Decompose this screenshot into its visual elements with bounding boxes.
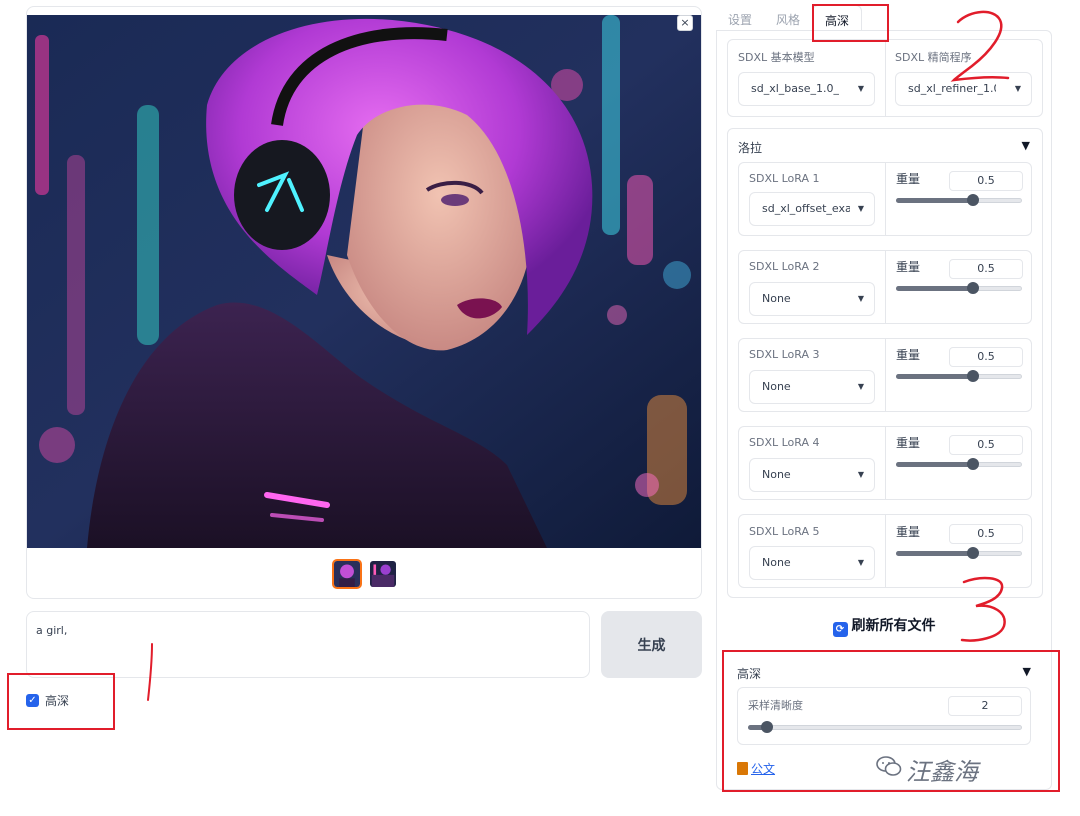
weight-input[interactable]: 0.5 [949, 171, 1023, 191]
slider-handle[interactable] [966, 370, 979, 382]
refresh-icon: ⟳ [832, 622, 848, 637]
lora-accordion: 洛拉 ▼ SDXL LoRA 1 sd_xl_offset_example-lo… [727, 128, 1043, 598]
generated-image[interactable] [27, 15, 701, 548]
weight-input[interactable]: 0.5 [949, 347, 1023, 367]
lora-accordion-title: 洛拉 [738, 141, 763, 155]
lora-label: SDXL LoRA 4 [749, 436, 820, 449]
slider-handle[interactable] [966, 547, 979, 559]
weight-slider[interactable] [896, 369, 1022, 383]
refresh-files-button[interactable]: ⟳ 刷新所有文件 [717, 615, 1051, 637]
lora-label: SDXL LoRA 2 [749, 260, 820, 273]
slider-handle[interactable] [966, 458, 979, 470]
chevron-down-icon: ▼ [857, 382, 864, 391]
refiner-dropdown[interactable]: sd_xl_refiner_1.0_0.9 ▼ [895, 72, 1032, 106]
lora-dropdown-value: None [762, 292, 791, 305]
refiner-label: SDXL 精简程序 [895, 51, 972, 64]
advanced-accordion-title: 高深 [737, 667, 762, 681]
weight-label: 重量 [896, 172, 921, 186]
divider [885, 427, 886, 499]
lora-row-2: SDXL LoRA 2 None ▼ 重量 0.5 [738, 250, 1032, 324]
watermark-text: 汪鑫海 [906, 758, 978, 786]
book-icon [737, 762, 748, 775]
weight-label: 重量 [896, 348, 921, 362]
advanced-checkbox-label: 高深 [45, 694, 70, 708]
advanced-panel: SDXL 基本模型 sd_xl_base_1.0_0.9 ▼ SDXL 精简程序… [716, 30, 1052, 790]
lora-row-3: SDXL LoRA 3 None ▼ 重量 0.5 [738, 338, 1032, 412]
lora-dropdown[interactable]: sd_xl_offset_example-lora_1.0 ▼ [749, 192, 875, 226]
lora-dropdown[interactable]: None ▼ [749, 370, 875, 404]
weight-label: 重量 [896, 436, 921, 450]
lora-row-5: SDXL LoRA 5 None ▼ 重量 0.5 [738, 514, 1032, 588]
lora-row-4: SDXL LoRA 4 None ▼ 重量 0.5 [738, 426, 1032, 500]
weight-slider[interactable] [896, 193, 1022, 207]
base-model-dropdown[interactable]: sd_xl_base_1.0_0.9 ▼ [738, 72, 875, 106]
lora-dropdown-value: None [762, 468, 791, 481]
sharpness-slider[interactable] [748, 720, 1022, 734]
weight-slider[interactable] [896, 546, 1022, 560]
weight-label: 重量 [896, 525, 921, 539]
weight-input[interactable]: 0.5 [949, 435, 1023, 455]
lora-dropdown[interactable]: None ▼ [749, 282, 875, 316]
chevron-down-icon: ▼ [1014, 84, 1021, 93]
base-model-value: sd_xl_base_1.0_0.9 [751, 82, 839, 95]
chevron-down-icon: ▼ [857, 558, 864, 567]
lora-row-1: SDXL LoRA 1 sd_xl_offset_example-lora_1.… [738, 162, 1032, 236]
sharpness-label: 采样清晰度 [748, 699, 803, 712]
settings-tabs: 设置 风格 高深 [716, 5, 863, 31]
checkbox-checked-icon[interactable]: ✓ [26, 694, 39, 707]
slider-handle[interactable] [966, 194, 979, 206]
wechat-icon [876, 756, 902, 776]
lora-label: SDXL LoRA 3 [749, 348, 820, 361]
divider [885, 40, 886, 116]
thumbnail-1[interactable] [332, 559, 362, 589]
lora-dropdown[interactable]: None ▼ [749, 546, 875, 580]
weight-slider[interactable] [896, 457, 1022, 471]
model-selectors: SDXL 基本模型 sd_xl_base_1.0_0.9 ▼ SDXL 精简程序… [727, 39, 1043, 117]
sharpness-input[interactable]: 2 [948, 696, 1022, 716]
divider [885, 515, 886, 587]
lora-dropdown-value: None [762, 380, 791, 393]
prompt-input[interactable] [26, 611, 590, 678]
weight-slider[interactable] [896, 281, 1022, 295]
collapse-arrow-icon[interactable]: ▼ [1023, 665, 1031, 678]
documentation-link-label: 公文 [751, 762, 776, 776]
lora-dropdown-value: None [762, 556, 791, 569]
tab-settings[interactable]: 设置 [716, 5, 764, 31]
chevron-down-icon: ▼ [857, 204, 864, 213]
base-model-label: SDXL 基本模型 [738, 51, 815, 64]
divider [885, 163, 886, 235]
slider-handle[interactable] [966, 282, 979, 294]
tab-advanced[interactable]: 高深 [812, 5, 863, 31]
divider [885, 251, 886, 323]
collapse-arrow-icon[interactable]: ▼ [1022, 139, 1030, 152]
divider [885, 339, 886, 411]
thumbnail-strip [27, 559, 701, 589]
sharpness-control: 采样清晰度 2 [737, 687, 1031, 745]
weight-input[interactable]: 0.5 [949, 259, 1023, 279]
chevron-down-icon: ▼ [857, 294, 864, 303]
advanced-checkbox[interactable]: ✓ 高深 [26, 692, 69, 709]
weight-input[interactable]: 0.5 [949, 524, 1023, 544]
documentation-link[interactable]: 公文 [737, 760, 775, 777]
tab-style[interactable]: 风格 [764, 5, 812, 31]
weight-label: 重量 [896, 260, 921, 274]
thumbnail-2[interactable] [368, 559, 398, 589]
lora-dropdown[interactable]: None ▼ [749, 458, 875, 492]
close-icon[interactable]: × [677, 15, 693, 31]
lora-dropdown-value: sd_xl_offset_example-lora_1.0 [762, 202, 850, 215]
lora-label: SDXL LoRA 5 [749, 525, 820, 538]
generate-button[interactable]: 生成 [601, 611, 702, 678]
lora-label: SDXL LoRA 1 [749, 172, 820, 185]
refresh-label: 刷新所有文件 [851, 618, 936, 634]
chevron-down-icon: ▼ [857, 84, 864, 93]
image-gallery: × [26, 6, 702, 599]
refiner-value: sd_xl_refiner_1.0_0.9 [908, 82, 996, 95]
chevron-down-icon: ▼ [857, 470, 864, 479]
slider-handle[interactable] [761, 721, 774, 733]
